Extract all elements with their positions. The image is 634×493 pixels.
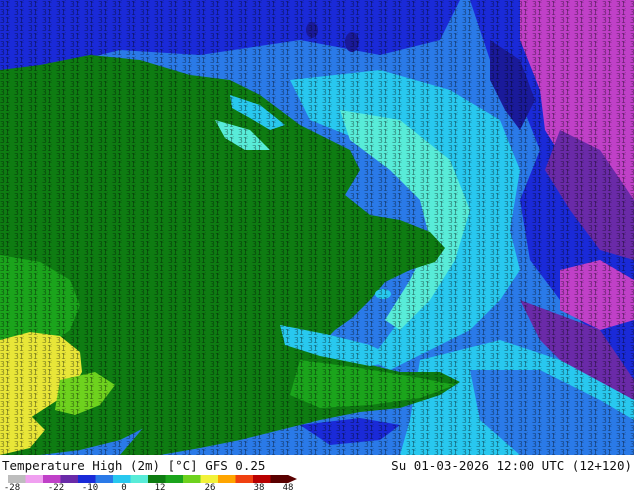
temperature-map: 31 2 [0, 0, 634, 455]
legend-swatch [253, 475, 271, 483]
legend-swatch [95, 475, 114, 483]
legend-swatch [165, 475, 184, 483]
legend-tick-label: 12 [154, 483, 166, 493]
legend-tick-label: 38 [253, 483, 265, 493]
legend-swatch [148, 475, 166, 483]
legend-swatch [25, 475, 44, 483]
legend-swatch [78, 475, 96, 483]
legend-arrow [288, 475, 297, 483]
legend-tick-label: 26 [204, 483, 216, 493]
valid-time: Su 01-03-2026 12:00 UTC (12+120) [391, 458, 632, 473]
legend-swatch [270, 475, 289, 483]
legend-swatch [8, 475, 26, 483]
legend-swatch [235, 475, 254, 483]
legend-tick-label: 0 [121, 483, 127, 493]
legend-swatch [113, 475, 131, 483]
legend-swatch [218, 475, 236, 483]
legend-tick-label: -28 [3, 483, 21, 493]
map-footer: Temperature High (2m) [°C] GFS 0.25 Su 0… [0, 455, 634, 493]
legend-swatch [200, 475, 219, 483]
legend-tick-label: 48 [282, 483, 294, 493]
legend-tick-label: -22 [47, 483, 65, 493]
legend-swatch [183, 475, 201, 483]
legend-swatch [43, 475, 61, 483]
digit-texture [0, 0, 634, 455]
legend-swatch [60, 475, 79, 483]
legend-tick-label: -10 [81, 483, 99, 493]
map-title: Temperature High (2m) [°C] GFS 0.25 [2, 458, 266, 473]
legend-swatch [130, 475, 149, 483]
